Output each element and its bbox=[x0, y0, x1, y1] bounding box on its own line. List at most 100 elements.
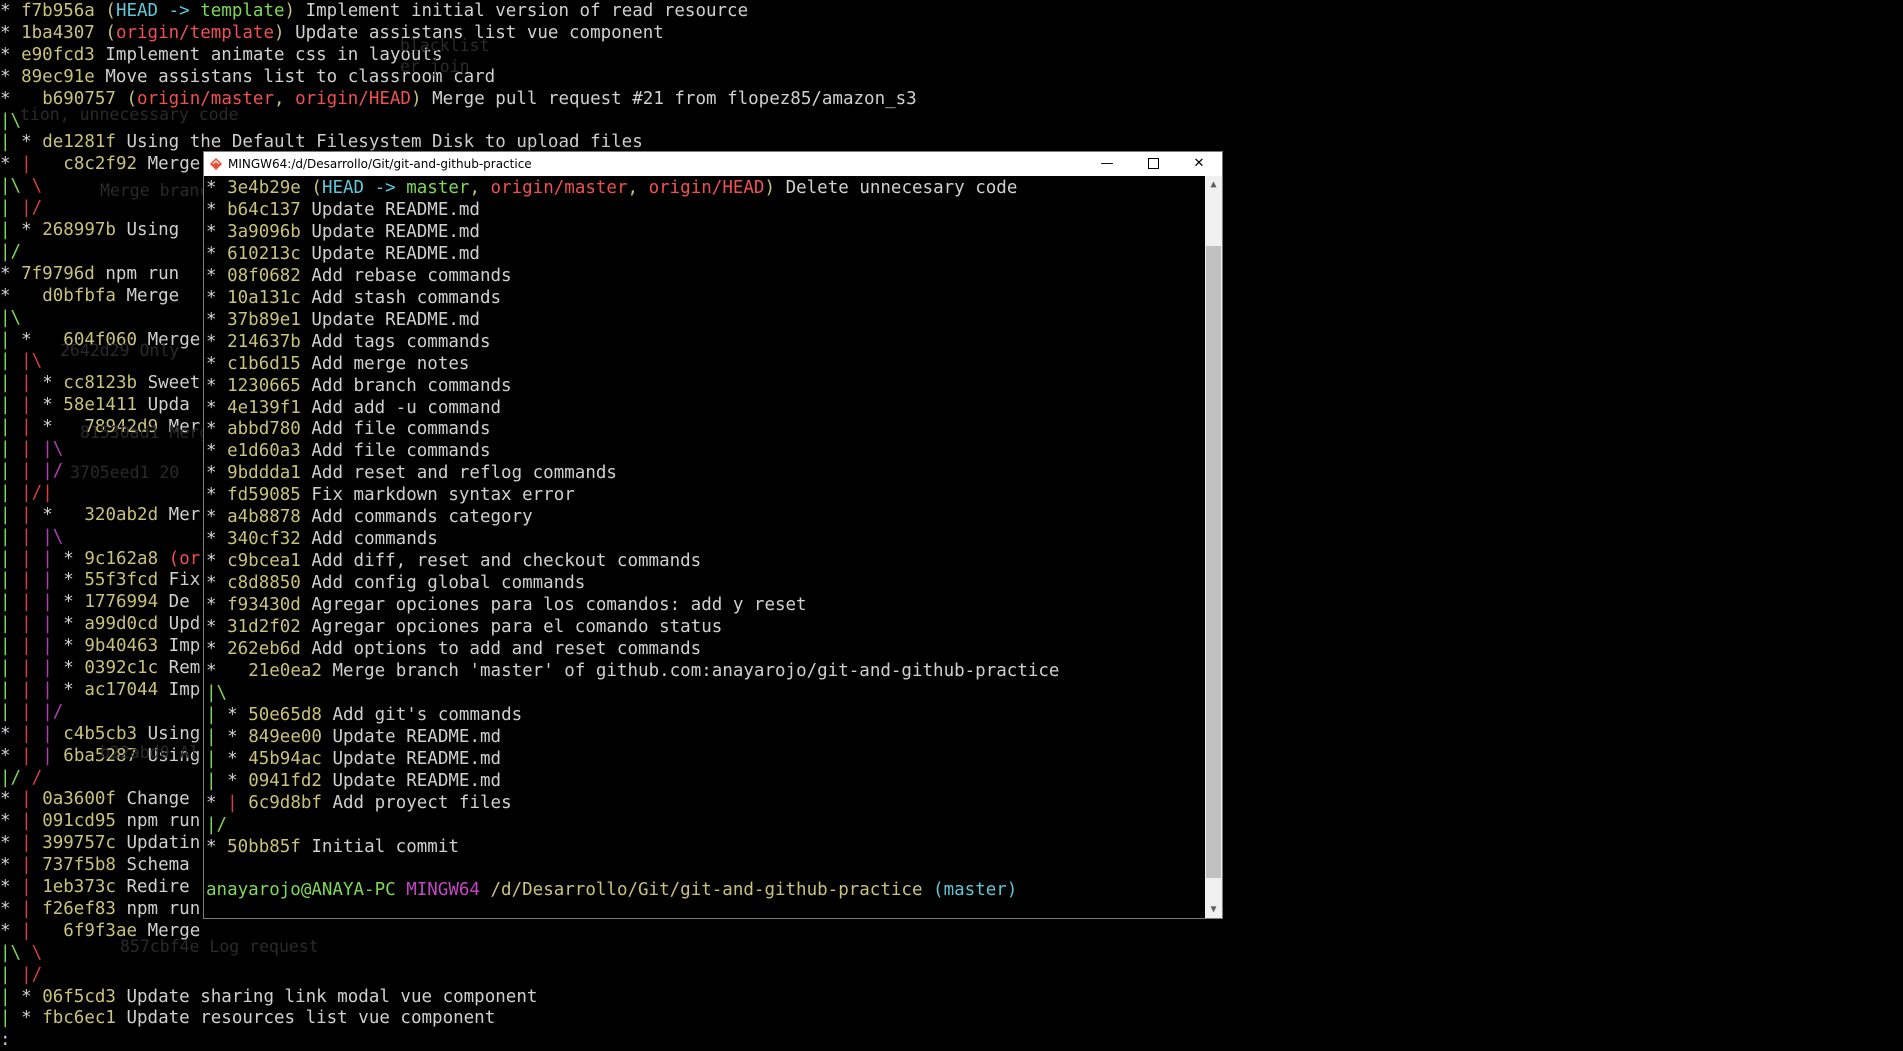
log-line: * abbd780 Add file commands bbox=[206, 418, 491, 440]
minimize-button[interactable]: — bbox=[1084, 152, 1130, 176]
commit-hash: c8c2f92 bbox=[63, 154, 138, 175]
bg-log-line: | | |/ bbox=[0, 460, 63, 482]
commit-hash: 10a131c bbox=[227, 287, 301, 308]
ref-part: origin/HEAD bbox=[648, 178, 765, 198]
commit-message: Update README.md bbox=[300, 221, 480, 242]
commit-hash: b64c137 bbox=[227, 199, 301, 220]
ref-decoration: (HEAD -> template) bbox=[94, 1, 296, 21]
faint-text: tion, unnecessary code bbox=[20, 105, 239, 124]
bg-log-line: | |/ bbox=[0, 197, 42, 219]
log-line: * 21e0ea2 Merge branch 'master' of githu… bbox=[206, 660, 1059, 682]
commit-hash: 55f3fcd bbox=[84, 570, 159, 591]
commit-message: Add rebase commands bbox=[300, 265, 512, 286]
commit-hash: 89ec91e bbox=[21, 66, 95, 87]
bg-log-line: | | |\ bbox=[0, 438, 63, 460]
bg-log-line: * | 399757c Updatin bbox=[0, 832, 200, 854]
graph-lines: |\ \ bbox=[0, 176, 43, 197]
bg-log-line: |\ bbox=[0, 110, 21, 132]
bg-log-line: | | | * 1776994 De bbox=[0, 591, 190, 613]
ref-part: ) bbox=[764, 178, 776, 198]
graph-lines: | | * bbox=[0, 417, 53, 438]
bg-log-line: | |\ bbox=[0, 350, 42, 372]
log-line: * 1230665 Add branch commands bbox=[206, 375, 512, 397]
faint-text: 2642d29 Only bbox=[60, 341, 180, 360]
commit-hash: 58e1411 bbox=[63, 395, 138, 416]
commit-message: Sweet bbox=[137, 373, 201, 394]
log-line: * 4e139f1 Add add -u command bbox=[206, 397, 501, 419]
commit-hash: e1d60a3 bbox=[227, 441, 301, 462]
graph-lines: | | | * bbox=[0, 658, 74, 678]
commit-hash: a99d0cd bbox=[84, 614, 159, 635]
close-button[interactable]: ✕ bbox=[1176, 152, 1222, 176]
vertical-scrollbar[interactable]: ▲ ▼ bbox=[1205, 176, 1222, 918]
commit-message: npm run bbox=[94, 263, 180, 284]
log-line: * | 6c9d8bf Add proyect files bbox=[206, 792, 512, 814]
graph-lines: * bbox=[206, 617, 217, 637]
graph-lines: * bbox=[206, 529, 217, 550]
graph-lines: * bbox=[0, 44, 11, 65]
graph-lines: |\ bbox=[0, 110, 22, 131]
faint-text: 81530ad1 Merge bbox=[80, 423, 220, 442]
graph-lines: * | bbox=[0, 855, 32, 876]
graph-lines: * bbox=[206, 243, 217, 264]
prompt-shell: MINGW64 bbox=[406, 880, 480, 901]
graph-lines: | * bbox=[0, 1008, 32, 1029]
bg-log-line: | | | * 9c162a8 (or bbox=[0, 548, 200, 570]
ref-part: origin/master bbox=[490, 178, 628, 198]
scroll-up-arrow-icon[interactable]: ▲ bbox=[1205, 176, 1222, 193]
commit-message: Upda bbox=[137, 395, 190, 416]
graph-lines: * bbox=[206, 331, 217, 352]
git-bash-window[interactable]: MINGW64:/d/Desarrollo/Git/git-and-github… bbox=[203, 151, 1223, 919]
commit-message: Update README.md bbox=[321, 748, 502, 769]
commit-hash: f26ef83 bbox=[42, 898, 116, 919]
commit-hash: f7b956a bbox=[21, 1, 95, 21]
commit-message: Update README.md bbox=[300, 243, 480, 264]
log-line: * 3e4b29e (HEAD -> master, origin/master… bbox=[206, 177, 1017, 199]
graph-lines: * | bbox=[0, 920, 32, 941]
log-line: * 3a9096b Update README.md bbox=[206, 221, 480, 243]
log-line: * 31d2f02 Agregar opciones para el coman… bbox=[206, 616, 722, 638]
graph-lines: * bbox=[206, 178, 217, 198]
bg-log-line: | | |\ bbox=[0, 526, 63, 548]
commit-message: Updatin bbox=[115, 833, 201, 854]
commit-message: Add merge notes bbox=[300, 353, 470, 374]
bg-log-line: | * 268997b Using bbox=[0, 219, 179, 241]
graph-lines: | | | * bbox=[0, 679, 74, 700]
graph-lines: | | * bbox=[0, 373, 53, 394]
graph-lines: | | |/ bbox=[0, 460, 64, 481]
git-bash-icon bbox=[210, 158, 222, 170]
shell-prompt[interactable]: anayarojo@ANAYA-PC MINGW64 /d/Desarrollo… bbox=[206, 879, 1017, 901]
commit-hash: e90fcd3 bbox=[21, 44, 95, 65]
graph-lines: |/ bbox=[206, 814, 228, 835]
maximize-button[interactable] bbox=[1130, 152, 1176, 176]
graph-lines: | | | * bbox=[0, 592, 74, 613]
scroll-down-arrow-icon[interactable]: ▼ bbox=[1205, 901, 1222, 918]
graph-lines: | | | * bbox=[0, 570, 74, 591]
commit-message: Add commands bbox=[300, 529, 438, 550]
graph-lines: * | | bbox=[0, 745, 53, 766]
graph-lines: | | |\ bbox=[0, 439, 64, 459]
commit-hash: d0bfbfa bbox=[42, 285, 116, 306]
commit-hash: 9bddda1 bbox=[227, 463, 301, 484]
graph-lines: * bbox=[206, 419, 217, 440]
commit-hash: 9b40463 bbox=[84, 636, 159, 657]
window-titlebar[interactable]: MINGW64:/d/Desarrollo/Git/git-and-github… bbox=[204, 152, 1222, 176]
commit-hash: 21e0ea2 bbox=[248, 660, 322, 681]
ref-decoration: (origin/template) bbox=[94, 22, 285, 43]
commit-hash: ac17044 bbox=[84, 679, 159, 700]
scrollbar-thumb[interactable] bbox=[1206, 246, 1221, 878]
faint-text: 857cbf4e Log request bbox=[120, 937, 319, 956]
commit-hash: 0392c1c bbox=[84, 658, 159, 678]
graph-lines: |\ \ bbox=[0, 942, 43, 963]
bg-log-line: * e90fcd3 Implement animate css in layou… bbox=[0, 44, 443, 66]
commit-hash: c1b6d15 bbox=[227, 353, 301, 374]
terminal-output[interactable]: * 3e4b29e (HEAD -> master, origin/master… bbox=[204, 176, 1204, 918]
commit-hash: c9bcea1 bbox=[227, 551, 301, 572]
faint-text: er join bbox=[400, 57, 470, 76]
graph-lines: * bbox=[206, 836, 217, 857]
graph-lines: * | | bbox=[0, 723, 53, 744]
graph-lines: | * bbox=[0, 132, 32, 153]
graph-lines: | * bbox=[0, 329, 32, 350]
commit-hash: a4b8878 bbox=[227, 507, 301, 528]
window-title: MINGW64:/d/Desarrollo/Git/git-and-github… bbox=[228, 157, 532, 171]
